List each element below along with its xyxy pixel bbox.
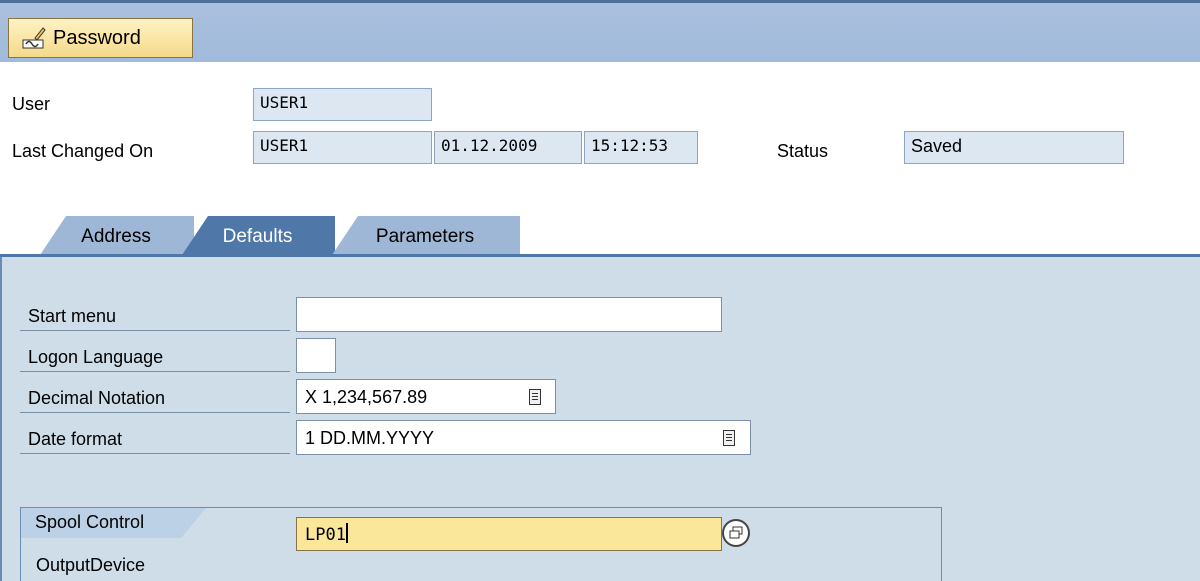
last-changed-date-field: 01.12.2009: [434, 131, 582, 164]
decimal-notation-label: Decimal Notation: [20, 381, 290, 413]
list-icon[interactable]: [529, 389, 541, 405]
spool-control-title: Spool Control: [21, 508, 206, 538]
last-changed-time-field: 15:12:53: [584, 131, 698, 164]
output-device-input[interactable]: LP01: [296, 517, 722, 551]
start-menu-label: Start menu: [20, 299, 290, 331]
application-toolbar: Password: [0, 0, 1200, 62]
date-format-value: 1 DD.MM.YYYY: [305, 428, 435, 448]
tab-strip: Address Defaults Parameters: [0, 212, 1200, 258]
user-label: User: [12, 94, 51, 114]
logon-language-label: Logon Language: [20, 340, 290, 372]
start-menu-input[interactable]: [296, 297, 722, 332]
password-icon: [21, 26, 47, 50]
list-icon[interactable]: [723, 430, 735, 446]
status-field: Saved: [904, 131, 1124, 164]
tab-address[interactable]: Address: [38, 216, 194, 258]
output-device-label: OutputDevice: [28, 548, 290, 580]
user-field: USER1: [253, 88, 432, 121]
password-button[interactable]: Password: [8, 18, 193, 58]
search-help-button[interactable]: [722, 519, 750, 547]
password-button-label: Password: [53, 26, 141, 49]
decimal-notation-select[interactable]: X 1,234,567.89: [296, 379, 556, 414]
status-label: Status: [777, 141, 829, 161]
output-device-value: LP01: [305, 525, 346, 545]
decimal-notation-value: X 1,234,567.89: [305, 387, 428, 407]
tab-parameters[interactable]: Parameters: [330, 216, 520, 258]
logon-language-input[interactable]: [296, 338, 336, 373]
search-help-icon: [729, 526, 743, 539]
last-changed-label: Last Changed On: [12, 141, 154, 161]
last-changed-user-field: USER1: [253, 131, 432, 164]
date-format-select[interactable]: 1 DD.MM.YYYY: [296, 420, 751, 455]
text-cursor: [345, 523, 348, 543]
date-format-label: Date format: [20, 422, 290, 454]
tab-defaults[interactable]: Defaults: [180, 216, 335, 258]
